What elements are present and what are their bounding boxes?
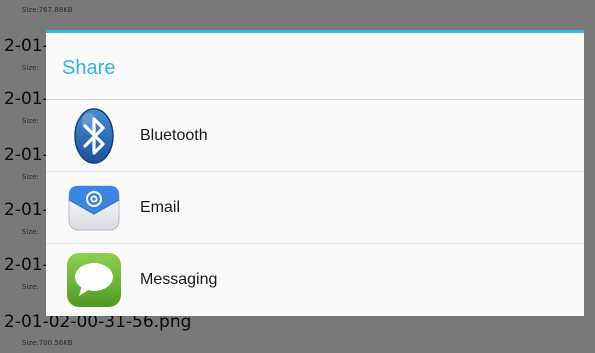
share-dialog: Share Bluetooth Email Messaging xyxy=(46,30,584,316)
email-icon xyxy=(64,178,124,238)
share-option-messaging[interactable]: Messaging xyxy=(46,244,584,316)
share-option-label: Bluetooth xyxy=(140,127,208,144)
messaging-icon xyxy=(64,250,124,310)
share-option-email[interactable]: Email xyxy=(46,172,584,244)
share-option-label: Messaging xyxy=(140,271,218,288)
bluetooth-icon xyxy=(64,106,124,166)
share-option-bluetooth[interactable]: Bluetooth xyxy=(46,100,584,172)
share-option-label: Email xyxy=(140,199,181,216)
dialog-title: Share xyxy=(62,57,116,79)
screen: Size:767.88KB 2-01- Size: 2-01- Size: 2-… xyxy=(0,0,595,353)
